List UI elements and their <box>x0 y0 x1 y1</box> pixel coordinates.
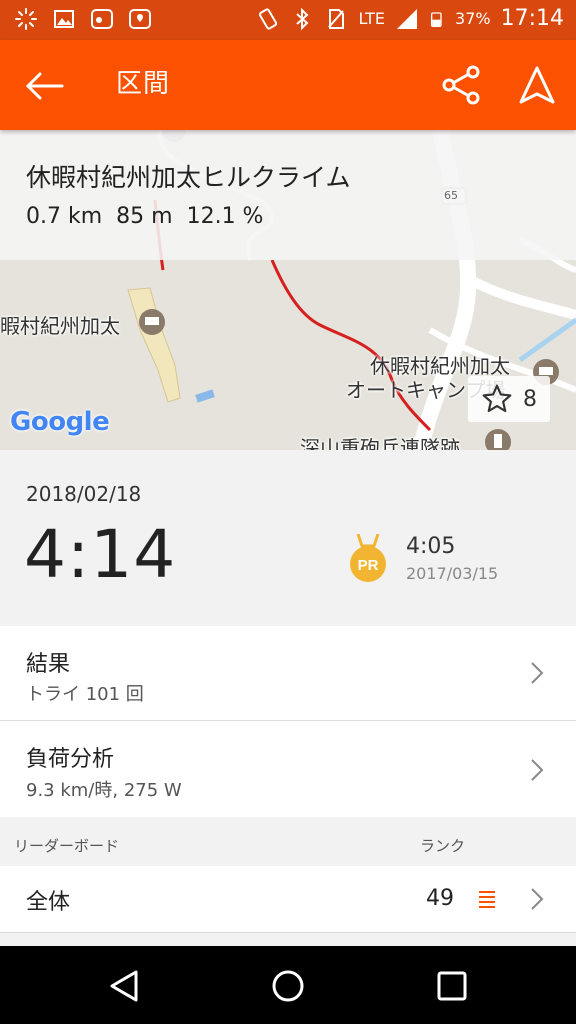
page-title: 区間 <box>116 69 171 99</box>
map-label-hotel: 暇村紀州加太 <box>0 314 120 338</box>
recents-square-icon[interactable] <box>434 968 470 1004</box>
network-type-label: LTE <box>358 9 386 28</box>
bluetooth-icon <box>296 7 309 30</box>
results-row[interactable]: 結果 トライ 101 回 <box>0 626 576 720</box>
results-subtitle: トライ 101 回 <box>26 684 144 705</box>
brightness-icon <box>15 8 37 30</box>
segment-map[interactable]: 休暇村紀州加太ヒルクライム 0.7 km 85 m 12.1 % 65 暇村紀州加太… <box>0 130 576 450</box>
star-icon <box>482 384 512 413</box>
road-number-label: 65 <box>444 189 458 202</box>
navigation-arrow-icon[interactable] <box>516 64 558 106</box>
google-logo: Google <box>10 407 110 437</box>
status-bar: LTE 37% 17:14 <box>0 0 576 40</box>
back-triangle-icon[interactable] <box>106 968 142 1004</box>
segment-distance: 0.7 km <box>26 204 103 229</box>
overall-label: 全体 <box>26 890 71 915</box>
analysis-title: 負荷分析 <box>26 747 115 772</box>
leaderboard-label: リーダーボード <box>14 837 120 855</box>
analysis-row[interactable]: 負荷分析 9.3 km/時, 275 W <box>0 721 576 817</box>
analysis-subtitle: 9.3 km/時, 275 W <box>26 780 182 801</box>
map-label-monument: 深山重砲兵連隊跡 <box>300 436 460 450</box>
leaderboard-overall-row[interactable]: 全体 49 <box>0 866 576 932</box>
segment-stats: 0.7 km 85 m 12.1 % <box>26 204 277 229</box>
battery-icon <box>431 11 442 27</box>
rank-header: ランク <box>420 837 466 855</box>
pr-medal-icon: PR <box>350 534 386 582</box>
effort-date: 2018/02/18 <box>26 482 142 506</box>
effort-time: 4:14 <box>24 516 177 593</box>
signal-icon <box>397 8 418 29</box>
star-count: 8 <box>523 386 537 412</box>
leaderboard-list-icon <box>479 891 495 908</box>
pr-badge-text: PR <box>358 557 379 574</box>
share-icon[interactable] <box>440 64 482 106</box>
image-icon <box>54 10 74 28</box>
chevron-right-icon <box>531 759 544 781</box>
clock: 17:14 <box>500 6 564 31</box>
vibrate-icon <box>259 7 278 30</box>
divider <box>0 932 576 933</box>
segment-elevation: 85 m <box>116 204 173 229</box>
pr-time: 4:05 <box>406 534 456 559</box>
leaderboard-header: リーダーボード ランク <box>0 818 576 866</box>
route-app-icon <box>91 9 113 29</box>
arrow-left-icon[interactable] <box>22 66 66 106</box>
home-circle-icon[interactable] <box>270 968 306 1004</box>
star-segment-button[interactable]: 8 <box>468 376 550 422</box>
no-sim-icon <box>328 8 345 29</box>
system-nav-bar <box>0 946 576 1024</box>
segment-name: 休暇村紀州加太ヒルクライム <box>26 163 351 192</box>
map-app-icon <box>129 9 151 29</box>
pr-date: 2017/03/15 <box>406 564 499 583</box>
app-bar: 区間 <box>0 40 576 130</box>
segment-info-overlay: 休暇村紀州加太ヒルクライム 0.7 km 85 m 12.1 % <box>0 130 576 260</box>
chevron-right-icon <box>531 662 544 684</box>
effort-summary: 2018/02/18 4:14 PR 4:05 2017/03/15 <box>0 450 576 626</box>
chevron-right-icon <box>531 888 544 910</box>
segment-grade: 12.1 % <box>186 204 264 229</box>
overall-rank: 49 <box>426 886 454 911</box>
results-title: 結果 <box>26 652 71 677</box>
battery-percent: 37% <box>455 9 491 28</box>
